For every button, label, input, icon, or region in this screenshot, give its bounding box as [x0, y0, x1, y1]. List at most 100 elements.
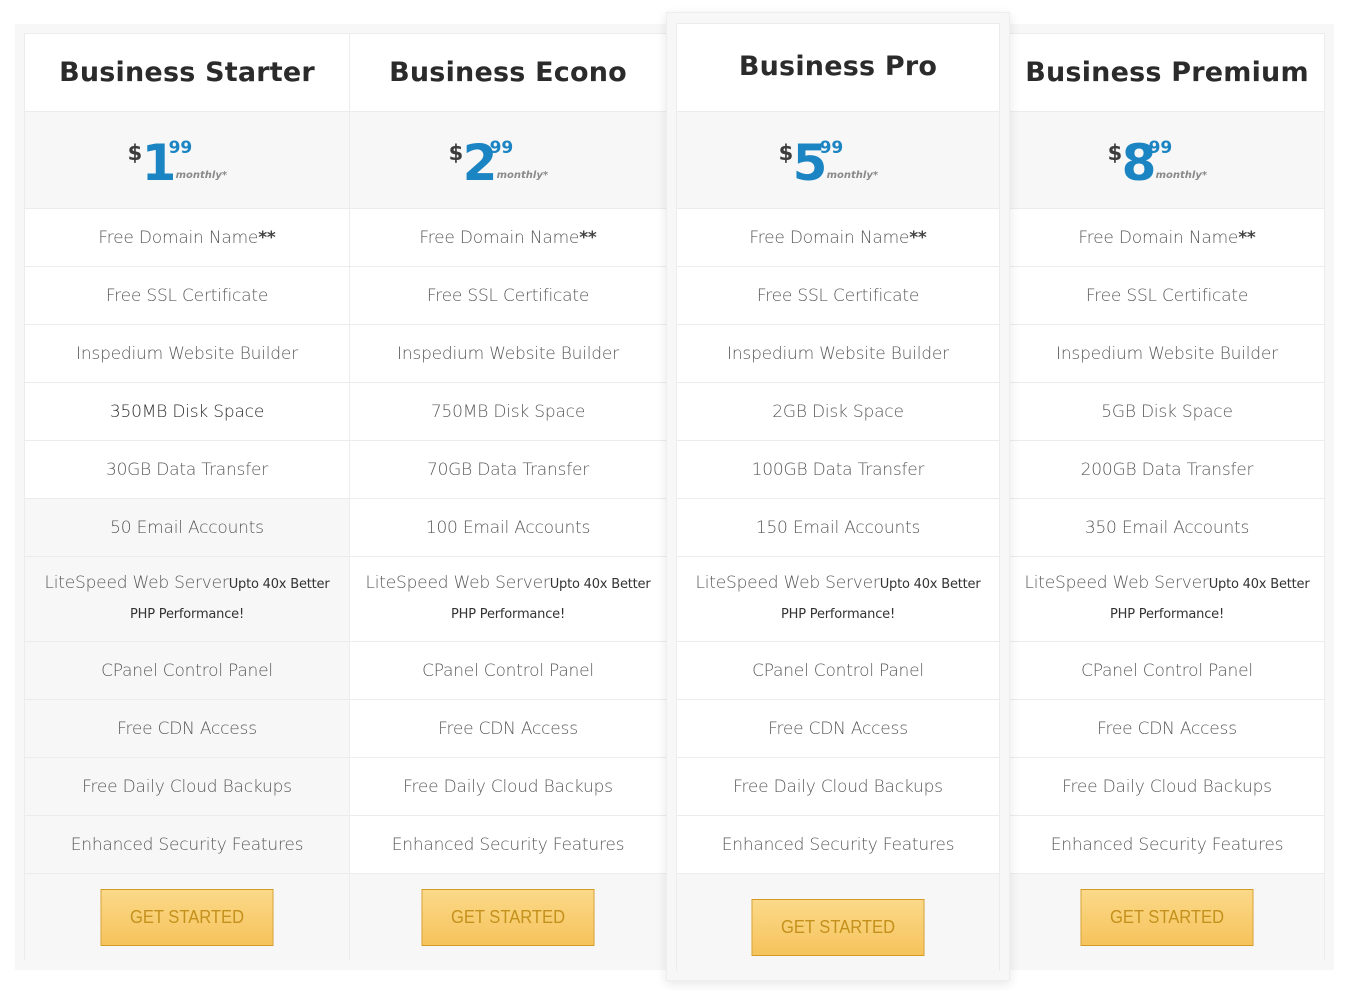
feature-text: Free Daily Cloud Backups [733, 776, 943, 797]
feature-text: Free CDN Access [1097, 718, 1237, 739]
plan-name: Business Econo [389, 57, 627, 88]
plan-header: Business Econo [350, 34, 666, 112]
feature-transfer: 70GB Data Transfer [350, 441, 666, 499]
feature-text: Enhanced Security Features [721, 834, 955, 855]
plan-name: Business Premium [1025, 57, 1309, 88]
feature-email: 350 Email Accounts [1010, 499, 1324, 557]
feature-text: Free SSL Certificate [105, 285, 269, 306]
feature-cdn: Free CDN Access [1010, 700, 1324, 758]
feature-text: Free Domain Name [749, 227, 910, 248]
feature-text: Inspedium Website Builder [1056, 343, 1278, 364]
feature-transfer: 30GB Data Transfer [25, 441, 349, 499]
feature-text: LiteSpeed Web Server [44, 573, 229, 593]
feature-security: Enhanced Security Features [1010, 816, 1324, 874]
feature-text: Inspedium Website Builder [397, 343, 619, 364]
feature-cdn: Free CDN Access [677, 700, 999, 758]
price-cents: 99 [168, 138, 193, 158]
feature-text: 50 Email Accounts [110, 517, 264, 538]
feature-text: Free Daily Cloud Backups [82, 776, 292, 797]
feature-disk: 5GB Disk Space [1010, 383, 1324, 441]
feature-litespeed: LiteSpeed Web ServerUpto 40x Better PHP … [350, 557, 666, 642]
feature-ssl: Free SSL Certificate [25, 267, 349, 325]
plan-price: $ 8 99 monthly* [1010, 112, 1324, 209]
feature-email: 150 Email Accounts [677, 499, 999, 557]
feature-domain: Free Domain Name** [25, 209, 349, 267]
feature-text: Free Daily Cloud Backups [403, 776, 613, 797]
feature-builder: Inspedium Website Builder [677, 325, 999, 383]
feature-ssl: Free SSL Certificate [677, 267, 999, 325]
plan-footer: GET STARTED [1010, 874, 1324, 961]
feature-disk: 750MB Disk Space [350, 383, 666, 441]
feature-text: Free SSL Certificate [756, 285, 920, 306]
price-cents: 99 [1148, 138, 1173, 158]
feature-ssl: Free SSL Certificate [350, 267, 666, 325]
feature-litespeed: LiteSpeed Web ServerUpto 40x Better PHP … [25, 557, 349, 642]
feature-backups: Free Daily Cloud Backups [25, 758, 349, 816]
feature-email: 50 Email Accounts [25, 499, 349, 557]
price-period: monthly* [826, 170, 879, 181]
price-period: monthly* [175, 170, 228, 181]
price-amount: $ 1 99 monthly* [128, 138, 247, 188]
price-cents: 99 [819, 138, 844, 158]
get-started-button[interactable]: GET STARTED [751, 899, 925, 956]
feature-cpanel: CPanel Control Panel [350, 642, 666, 700]
feature-text: LiteSpeed Web Server [695, 573, 880, 593]
feature-cpanel: CPanel Control Panel [677, 642, 999, 700]
footnote-marker: ** [258, 227, 276, 248]
price-amount: $ 8 99 monthly* [1108, 138, 1227, 188]
footnote-marker: ** [909, 227, 927, 248]
footnote-marker: ** [1238, 227, 1256, 248]
plan-price: $ 2 99 monthly* [350, 112, 666, 209]
plan-name: Business Starter [59, 57, 315, 88]
feature-text: Enhanced Security Features [1050, 834, 1284, 855]
feature-text: Free SSL Certificate [426, 285, 590, 306]
feature-text: 2GB Disk Space [772, 401, 904, 422]
plan-name: Business Pro [738, 51, 938, 82]
feature-email: 100 Email Accounts [350, 499, 666, 557]
feature-cdn: Free CDN Access [25, 700, 349, 758]
price-period: monthly* [1155, 170, 1208, 181]
plan-footer: GET STARTED [350, 874, 666, 961]
feature-text: 5GB Disk Space [1101, 401, 1233, 422]
feature-backups: Free Daily Cloud Backups [1010, 758, 1324, 816]
feature-text: 200GB Data Transfer [1080, 459, 1254, 480]
plan-price: $ 5 99 monthly* [677, 112, 999, 209]
plan-header: Business Starter [25, 34, 349, 112]
feature-text: 100GB Data Transfer [751, 459, 925, 480]
feature-text: Free CDN Access [768, 718, 908, 739]
price-currency: $ [778, 141, 794, 165]
feature-disk: 2GB Disk Space [677, 383, 999, 441]
plan-header: Business Pro [677, 24, 999, 112]
feature-text: 350MB Disk Space [109, 401, 265, 422]
feature-text: Inspedium Website Builder [727, 343, 949, 364]
feature-backups: Free Daily Cloud Backups [350, 758, 666, 816]
get-started-button[interactable]: GET STARTED [421, 889, 595, 946]
feature-builder: Inspedium Website Builder [25, 325, 349, 383]
feature-litespeed: LiteSpeed Web ServerUpto 40x Better PHP … [677, 557, 999, 642]
feature-text: Free Domain Name [1078, 227, 1239, 248]
feature-text: CPanel Control Panel [1081, 660, 1253, 681]
feature-security: Enhanced Security Features [677, 816, 999, 874]
feature-text: Free Domain Name [98, 227, 259, 248]
plan-column-business-pro: Business Pro $ 5 99 monthly* Free Domain… [676, 23, 1000, 971]
get-started-button[interactable]: GET STARTED [1080, 889, 1254, 946]
feature-text: 150 Email Accounts [755, 517, 921, 538]
feature-text: 30GB Data Transfer [105, 459, 269, 480]
feature-text: 70GB Data Transfer [426, 459, 590, 480]
feature-text: Free Domain Name [419, 227, 580, 248]
price-currency: $ [127, 141, 143, 165]
feature-text: Free CDN Access [117, 718, 257, 739]
feature-litespeed: LiteSpeed Web ServerUpto 40x Better PHP … [1010, 557, 1324, 642]
get-started-button[interactable]: GET STARTED [100, 889, 274, 946]
feature-text: Free SSL Certificate [1085, 285, 1249, 306]
feature-cpanel: CPanel Control Panel [1010, 642, 1324, 700]
feature-builder: Inspedium Website Builder [1010, 325, 1324, 383]
footnote-marker: ** [579, 227, 597, 248]
feature-text: Enhanced Security Features [391, 834, 625, 855]
feature-transfer: 100GB Data Transfer [677, 441, 999, 499]
price-amount: $ 5 99 monthly* [779, 138, 898, 188]
feature-security: Enhanced Security Features [25, 816, 349, 874]
price-currency: $ [1107, 141, 1123, 165]
plan-price: $ 1 99 monthly* [25, 112, 349, 209]
feature-text: 100 Email Accounts [425, 517, 591, 538]
